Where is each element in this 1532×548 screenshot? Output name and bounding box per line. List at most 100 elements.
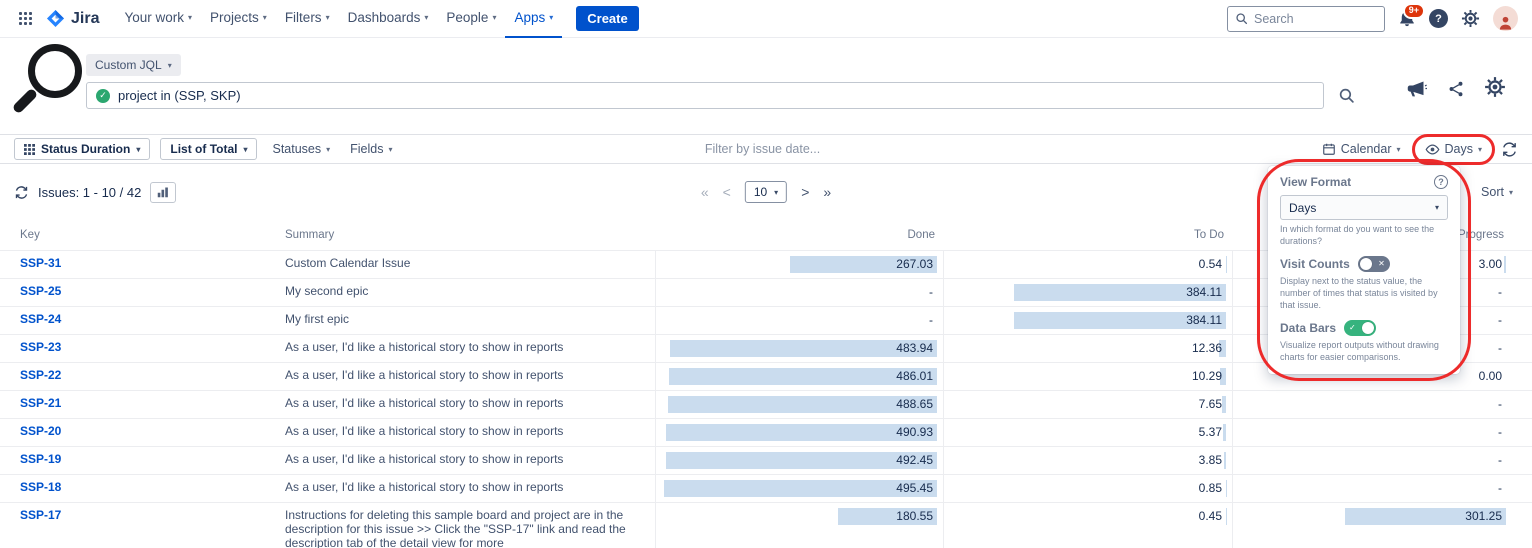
bar-chart-icon [157,186,169,198]
table-row: SSP-18As a user, I'd like a historical s… [0,474,1532,502]
global-search[interactable] [1227,6,1385,32]
notifications-button[interactable]: 9+ [1398,10,1416,28]
chevron-down-icon: ▾ [1509,188,1513,197]
fields-dropdown[interactable]: Fields ▾ [345,139,397,159]
nav-people[interactable]: People▾ [437,0,505,38]
page-size-select[interactable]: 10 ▾ [745,181,787,203]
duration-cell: - [1232,447,1512,474]
view-format-header: View Format ? [1280,175,1448,189]
nav-apps[interactable]: Apps▾ [505,0,562,38]
nav-projects[interactable]: Projects▾ [201,0,276,38]
global-search-input[interactable] [1254,12,1377,26]
jira-logo-icon [45,8,66,29]
help-icon[interactable]: ? [1434,175,1448,189]
issue-key-link[interactable]: SSP-17 [20,508,61,522]
duration-cell: 3.85 [943,447,1232,474]
table-row: SSP-21As a user, I'd like a historical s… [0,390,1532,418]
column-header-key[interactable]: Key [20,229,285,241]
visit-counts-toggle[interactable]: ✓ ✕ [1358,256,1390,272]
issue-key-link[interactable]: SSP-20 [20,424,61,438]
jira-logo[interactable]: Jira [45,8,99,29]
view-format-days-dropdown[interactable]: Days ▾ [1420,139,1488,160]
view-format-help: In which format do you want to see the d… [1280,224,1448,247]
aggregation-dropdown[interactable]: List of Total ▾ [160,138,257,160]
duration-cell: - [655,279,943,306]
report-type-dropdown[interactable]: Status Duration ▾ [14,138,150,160]
duration-cell: - [1232,475,1512,502]
issue-key-link[interactable]: SSP-21 [20,396,61,410]
app-switcher-icon[interactable] [14,7,37,30]
table-row: SSP-19As a user, I'd like a historical s… [0,446,1532,474]
query-valid-check-icon: ✓ [96,89,110,103]
primary-nav: Your work▾ Projects▾ Filters▾ Dashboards… [115,0,562,38]
next-page-button[interactable]: > [801,185,809,199]
toolbar-right: Calendar ▾ Days ▾ [1317,139,1518,160]
issue-summary: My second epic [285,279,655,306]
column-header-todo[interactable]: To Do [943,229,1232,241]
view-format-select[interactable]: Days ▾ [1280,195,1448,220]
navbar-right: 9+ ? [1227,0,1518,37]
duration-cell: 0.85 [943,475,1232,502]
share-icon[interactable] [1447,80,1465,98]
chart-view-button[interactable] [150,182,176,203]
issue-key-link[interactable]: SSP-23 [20,340,61,354]
last-page-button[interactable]: » [823,185,831,199]
first-page-button[interactable]: « [701,185,709,199]
cross-icon: ✕ [1378,260,1385,268]
eye-icon [1425,142,1440,157]
chevron-down-icon: ▾ [243,145,247,154]
visit-counts-help: Display next to the status value, the nu… [1280,276,1448,311]
jql-app-logo-magnifier-icon [12,42,84,116]
duration-cell: 0.45 [943,503,1232,548]
issue-key-link[interactable]: SSP-22 [20,368,61,382]
magnifier-lens [28,44,82,98]
chevron-down-icon: ▾ [168,61,172,70]
jql-input[interactable]: ✓ project in (SSP, SKP) [86,82,1324,109]
run-search-icon[interactable] [1338,87,1355,104]
prev-page-button[interactable]: < [723,185,731,199]
sort-dropdown[interactable]: Sort ▾ [1476,182,1518,202]
date-filter-input[interactable]: Filter by issue date... [705,142,820,156]
report-settings-gear-icon[interactable] [1484,76,1506,98]
chevron-down-icon: ▾ [492,13,496,22]
jql-query-text: project in (SSP, SKP) [118,88,241,103]
calendar-dropdown[interactable]: Calendar ▾ [1317,139,1406,159]
chevron-down-icon: ▾ [1435,203,1439,212]
issue-summary: Custom Calendar Issue [285,251,655,278]
nav-your-work[interactable]: Your work▾ [115,0,201,38]
pagination: « < 10 ▾ > » [701,181,831,203]
create-button[interactable]: Create [576,6,638,31]
nav-dashboards[interactable]: Dashboards▾ [339,0,438,38]
data-bars-label: Data Bars [1280,321,1336,335]
nav-filters[interactable]: Filters▾ [276,0,339,38]
magnifier-handle [12,88,39,115]
column-header-done[interactable]: Done [655,229,943,241]
toggle-knob [1362,322,1374,334]
announcement-megaphone-icon[interactable] [1406,78,1427,99]
issue-summary: As a user, I'd like a historical story t… [285,419,655,446]
issue-key-link[interactable]: SSP-18 [20,480,61,494]
issue-summary: Instructions for deleting this sample bo… [285,503,655,548]
navbar-left: Jira Your work▾ Projects▾ Filters▾ Dashb… [14,0,639,37]
custom-jql-dropdown[interactable]: Custom JQL ▾ [86,54,181,76]
issue-key-link[interactable]: SSP-24 [20,312,61,326]
refresh-icon[interactable] [14,185,29,200]
data-bars-toggle[interactable]: ✓ ✕ [1344,320,1376,336]
search-icon [1235,12,1248,25]
column-header-summary[interactable]: Summary [285,229,655,241]
issue-key-link[interactable]: SSP-31 [20,256,61,270]
query-section: Custom JQL ▾ ✓ project in (SSP, SKP) [0,38,1532,134]
user-avatar[interactable] [1493,6,1518,31]
sync-swap-icon[interactable] [1501,141,1518,158]
visit-counts-row: Visit Counts ✓ ✕ [1280,256,1448,272]
duration-cell: 267.03 [655,251,943,278]
issue-key-link[interactable]: SSP-19 [20,452,61,466]
duration-cell: 7.65 [943,391,1232,418]
duration-cell: 495.45 [655,475,943,502]
issue-key-link[interactable]: SSP-25 [20,284,61,298]
chevron-down-icon: ▾ [774,188,778,197]
calendar-icon [1322,142,1336,156]
settings-gear-icon[interactable] [1461,9,1480,28]
help-button[interactable]: ? [1429,9,1448,28]
statuses-dropdown[interactable]: Statuses ▾ [267,139,335,159]
